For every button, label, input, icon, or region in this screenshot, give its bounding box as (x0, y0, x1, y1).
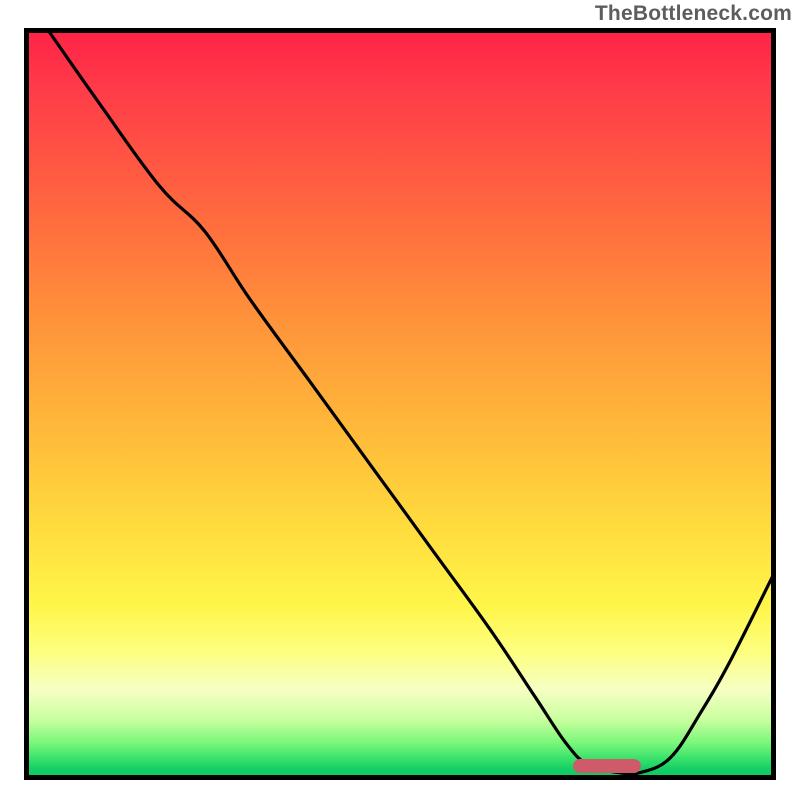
chart-root: TheBottleneck.com (0, 0, 800, 800)
chart-background-gradient (24, 28, 776, 780)
attribution-label: TheBottleneck.com (595, 2, 792, 26)
